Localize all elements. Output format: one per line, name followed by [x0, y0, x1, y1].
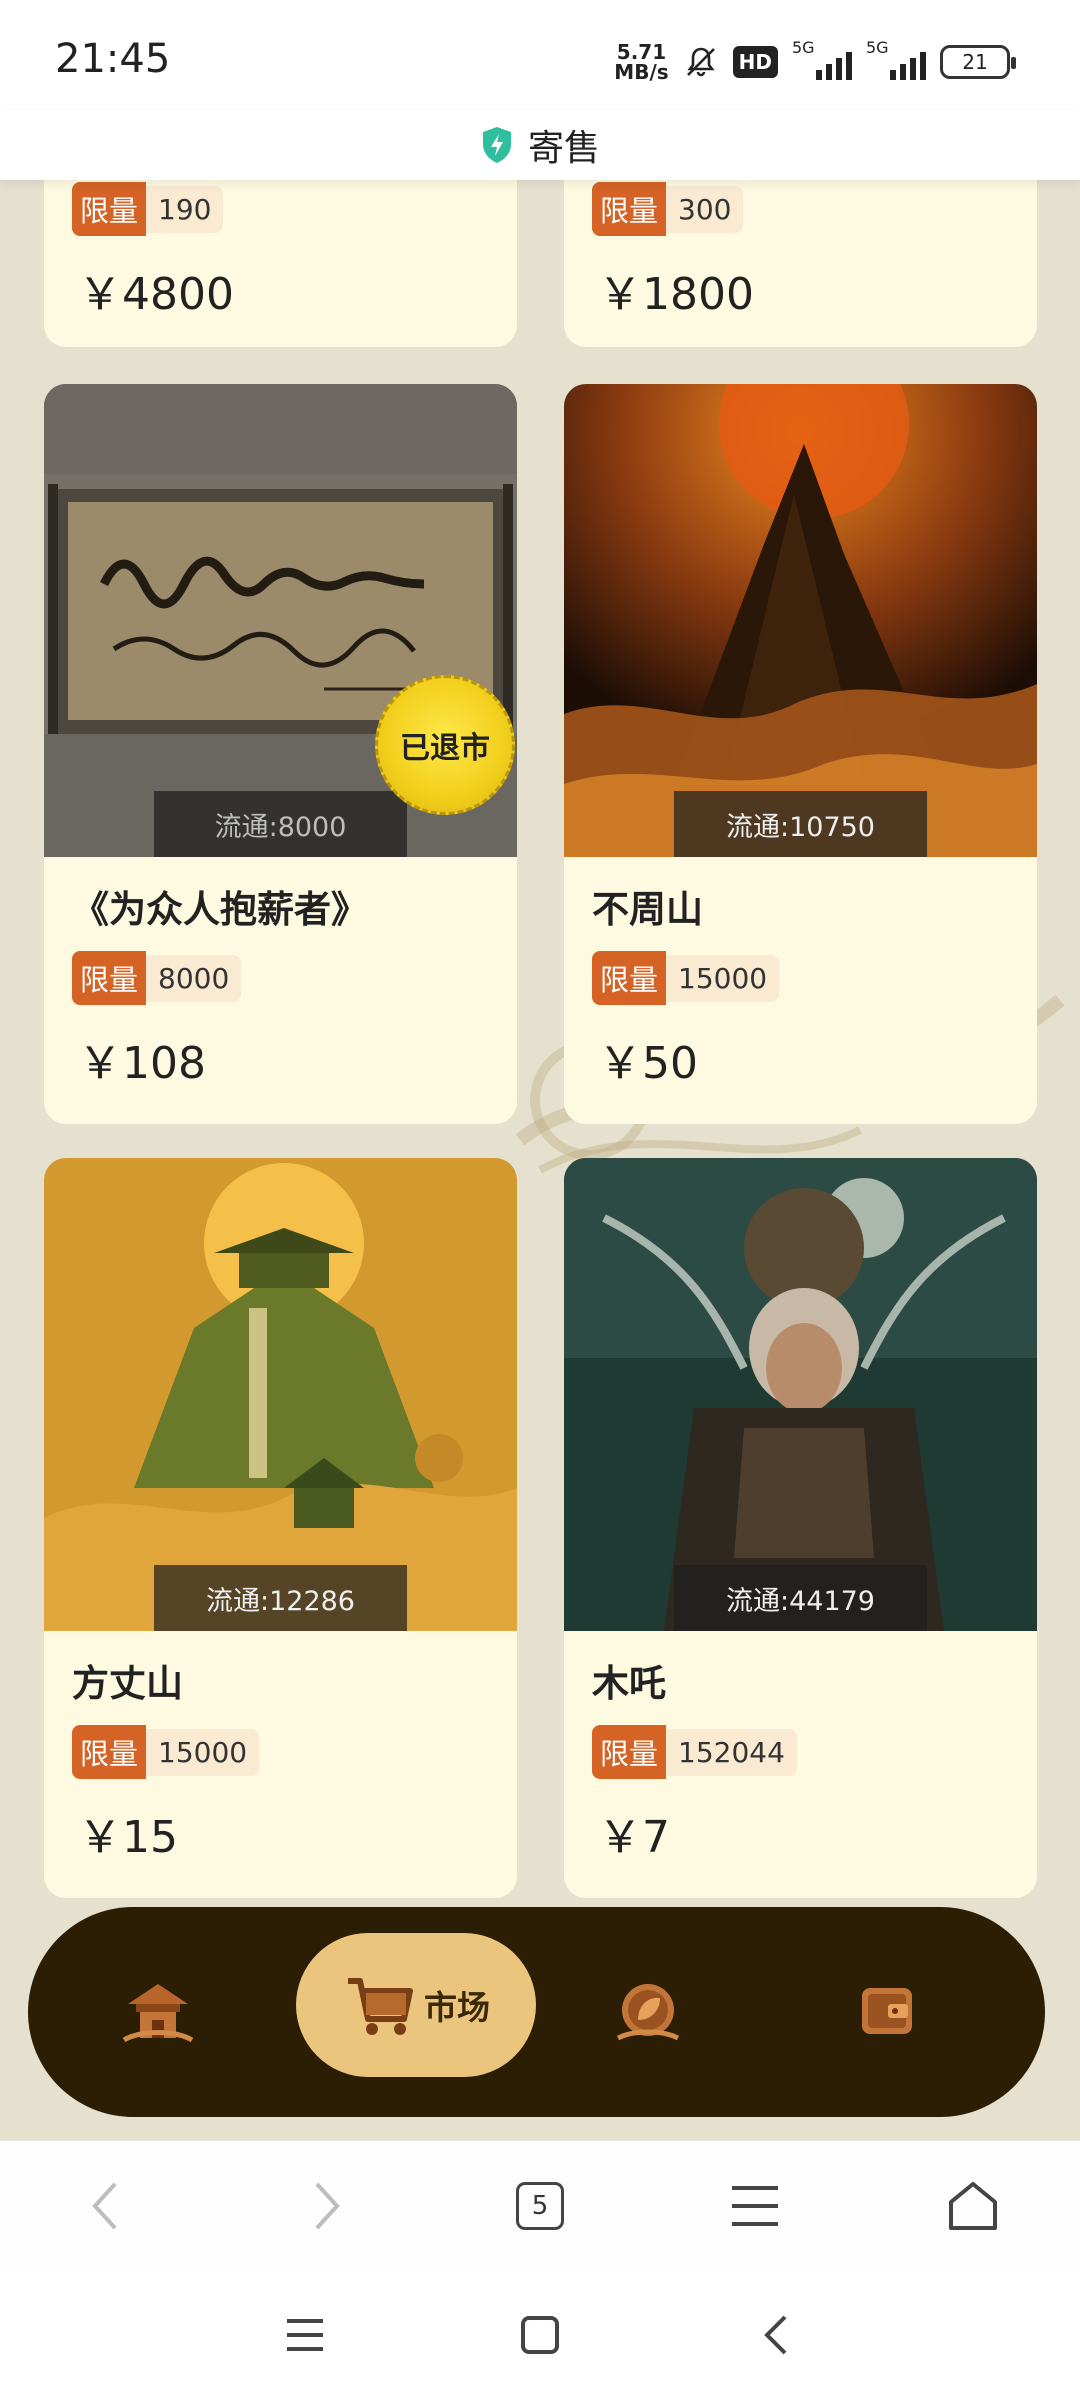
- limit-row: 限量 190: [72, 182, 517, 236]
- nav-item-home[interactable]: [88, 1907, 228, 2117]
- product-image: 流通:10750: [564, 384, 1037, 857]
- nav-item-market-label: 市场: [424, 1988, 490, 2027]
- app-header: 寄售: [0, 110, 1080, 180]
- product-title: 木吒: [592, 1662, 666, 1705]
- limit-tag: 限量: [592, 1725, 667, 1779]
- limit-row: 限量 15000: [592, 951, 1037, 1005]
- limit-row: 限量 8000: [72, 951, 517, 1005]
- home-button[interactable]: [938, 2171, 1008, 2241]
- limit-value: 152044: [666, 1728, 797, 1776]
- network-speed: 5.71 MB/s: [614, 42, 668, 82]
- price: ￥108: [78, 1038, 206, 1089]
- status-icons: 5.71 MB/s HD 5G 5G 21: [614, 38, 1016, 84]
- mountain-fire-image: [564, 384, 1037, 857]
- circulation-label: 流通:10750: [674, 791, 927, 857]
- signal-type: 5G: [792, 38, 815, 57]
- price: ￥50: [598, 1038, 698, 1089]
- status-bar: 21:45 5.71 MB/s HD 5G 5G 21: [0, 0, 1080, 110]
- product-title: 《为众人抱薪者》: [72, 888, 368, 931]
- product-card[interactable]: 流通:8000 已退市 《为众人抱薪者》 限量 8000 ￥108: [44, 384, 517, 1124]
- limit-tag: 限量: [592, 951, 667, 1005]
- price: ￥7: [598, 1812, 670, 1863]
- fairy-mountain-image: [44, 1158, 517, 1631]
- limit-tag: 限量: [72, 182, 147, 236]
- bell-muted-icon: [686, 47, 715, 77]
- home-icon: [949, 2182, 997, 2230]
- battery-level: 21: [962, 50, 988, 74]
- leaf-coin-icon: [616, 1984, 680, 2041]
- browser-toolbar: 5: [0, 2140, 1080, 2270]
- limit-value: 15000: [666, 954, 780, 1002]
- price: ￥1800: [598, 269, 754, 320]
- limit-value: 300: [666, 185, 744, 233]
- circulation-label: 流通:44179: [674, 1565, 927, 1631]
- tabs-button[interactable]: 5: [505, 2171, 575, 2241]
- bottom-nav: 市场: [28, 1907, 1045, 2117]
- product-card[interactable]: 限量 190 ￥4800: [44, 180, 517, 347]
- limit-tag: 限量: [72, 1725, 147, 1779]
- product-title: 方丈山: [72, 1662, 183, 1705]
- back-button[interactable]: [70, 2171, 140, 2241]
- network-speed-unit: MB/s: [614, 60, 669, 84]
- cart-icon: [348, 1978, 413, 2035]
- product-card[interactable]: 流通:44179 木吒 限量 152044 ￥7: [564, 1158, 1037, 1898]
- limit-tag: 限量: [72, 951, 147, 1005]
- product-image: 流通:8000 已退市: [44, 384, 517, 857]
- circulation-label: 流通:8000: [154, 791, 407, 857]
- product-card[interactable]: 流通:10750 不周山 限量 15000 ￥50: [564, 384, 1037, 1124]
- chevron-left-icon: [92, 2182, 117, 2230]
- system-home-button[interactable]: [505, 2300, 575, 2370]
- forward-button[interactable]: [292, 2171, 362, 2241]
- nav-item-wallet[interactable]: [818, 1907, 958, 2117]
- battery-icon: 21: [940, 45, 1016, 79]
- limit-tag: 限量: [592, 182, 667, 236]
- menu-button[interactable]: [720, 2171, 790, 2241]
- page-title: 寄售: [527, 128, 600, 169]
- limit-row: 限量 152044: [592, 1725, 1037, 1779]
- product-card[interactable]: 限量 300 ￥1800: [564, 180, 1037, 347]
- delisted-badge-text: 已退市: [400, 731, 490, 766]
- recents-icon: [287, 2319, 323, 2351]
- shield-icon: [482, 127, 511, 163]
- system-back-button[interactable]: [740, 2300, 810, 2370]
- chevron-right-icon: [315, 2182, 340, 2230]
- signal-icon-2: 5G: [866, 38, 926, 82]
- nav-item-leaf[interactable]: [578, 1907, 718, 2117]
- system-navigation-bar: [0, 2270, 1080, 2400]
- price: ￥4800: [78, 269, 234, 320]
- delisted-badge: 已退市: [375, 675, 515, 815]
- product-card[interactable]: 流通:12286 方丈山 限量 15000 ￥15: [44, 1158, 517, 1898]
- product-title: 不周山: [592, 888, 703, 931]
- tab-count: 5: [516, 2182, 564, 2230]
- recent-apps-button[interactable]: [270, 2300, 340, 2370]
- network-speed-value: 5.71: [616, 40, 667, 64]
- limit-value: 190: [146, 185, 224, 233]
- product-image: 流通:44179: [564, 1158, 1037, 1631]
- limit-row: 限量 300: [592, 182, 1037, 236]
- consignment-list[interactable]: 限量 190 ￥4800 限量 300 ￥1800 流通:8000 已退市 《为…: [0, 180, 1080, 2140]
- price: ￥15: [78, 1812, 178, 1863]
- pavilion-icon: [122, 1984, 194, 2043]
- status-time: 21:45: [55, 36, 171, 82]
- back-icon: [764, 2315, 787, 2355]
- signal-type-2: 5G: [866, 38, 889, 57]
- limit-value: 8000: [146, 954, 242, 1002]
- circulation-label: 流通:12286: [154, 1565, 407, 1631]
- limit-row: 限量 15000: [72, 1725, 517, 1779]
- warrior-image: [564, 1158, 1037, 1631]
- hd-badge: HD: [732, 46, 778, 78]
- nav-item-market[interactable]: 市场: [296, 1933, 536, 2077]
- product-image: 流通:12286: [44, 1158, 517, 1631]
- signal-icon: 5G: [792, 38, 852, 82]
- menu-icon: [732, 2186, 778, 2226]
- limit-value: 15000: [146, 1728, 260, 1776]
- square-icon: [521, 2316, 559, 2354]
- wallet-icon: [862, 1988, 912, 2034]
